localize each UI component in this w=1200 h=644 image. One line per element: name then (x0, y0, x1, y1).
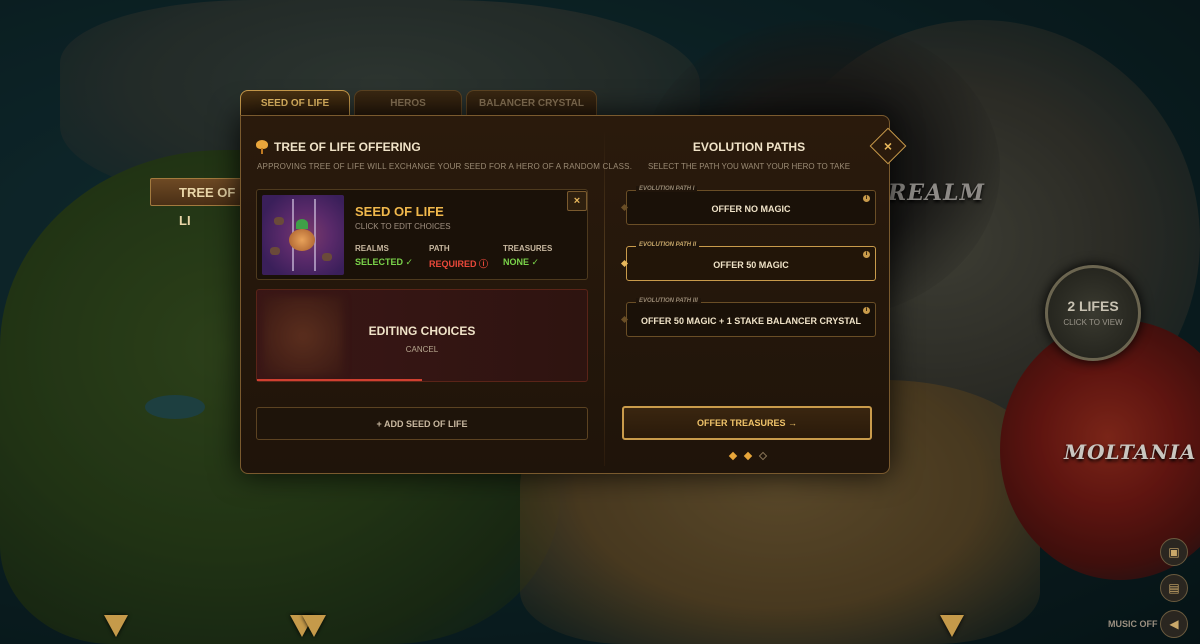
path-label: OFFER 50 MAGIC + 1 STAKE BALANCER CRYSTA… (640, 316, 862, 326)
scroll-down-arrow-icon[interactable] (302, 615, 326, 637)
map-moltania-label: MOLTANIA (1064, 440, 1197, 464)
evolution-paths-title: EVOLUTION PATHS (692, 140, 806, 154)
path-caption: EVOLUTION PATH II (636, 242, 700, 248)
seed-edit-hint: CLICK TO EDIT CHOICES (355, 222, 451, 231)
path-caption: EVOLUTION PATH III (636, 298, 701, 304)
seed-card-close-button[interactable]: × (567, 191, 587, 211)
path-caption: EVOLUTION PATH I (636, 186, 698, 192)
tree-icon (256, 140, 268, 154)
stat-path-label: PATH (429, 244, 450, 253)
stat-treasures-label: TREASURES (503, 244, 553, 253)
editing-title: EDITING CHOICES (368, 324, 476, 338)
offering-title: TREE OF LIFE OFFERING (256, 140, 421, 154)
editing-progress-bar (257, 379, 422, 381)
map-realm-label: REALM (888, 180, 985, 206)
stat-realms-label: REALMS (355, 244, 389, 253)
seed-name: SEED OF LIFE (355, 204, 444, 219)
path-label: OFFER 50 MAGIC (713, 260, 789, 270)
editing-cancel-button[interactable]: CANCEL (256, 345, 588, 354)
tab-heros[interactable]: HEROS (354, 90, 462, 116)
stat-path-value: REQUIRED ⓘ (429, 259, 489, 269)
speaker-icon[interactable]: ◀ (1160, 610, 1188, 638)
seed-of-life-image (262, 195, 344, 275)
music-toggle-label[interactable]: MUSIC OFF (1108, 619, 1158, 629)
path-label: OFFER NO MAGIC (711, 204, 791, 214)
map-location-banner[interactable]: TREE OF LI (150, 178, 250, 228)
modal-divider (604, 130, 605, 466)
offer-treasures-button[interactable]: OFFER TREASURES → (622, 406, 872, 440)
tab-seed-of-life[interactable]: SEED OF LIFE (240, 90, 350, 116)
close-icon: × (883, 138, 893, 154)
info-icon[interactable]: i (863, 251, 870, 258)
offering-title-text: TREE OF LIFE OFFERING (274, 140, 421, 154)
info-icon[interactable]: i (863, 195, 870, 202)
lifes-count: 2 LIFES (1067, 298, 1119, 314)
inventory-icon[interactable]: ▣ (1160, 538, 1188, 566)
scroll-icon[interactable]: ▤ (1160, 574, 1188, 602)
modal-tabs: SEED OF LIFE HEROS BALANCER CRYSTAL (240, 90, 597, 116)
stat-realms-value: SELECTED ✓ (355, 257, 414, 267)
lifes-hint: CLICK TO VIEW (1063, 318, 1123, 327)
add-seed-button[interactable]: + ADD SEED OF LIFE (256, 407, 588, 440)
tab-balancer-crystal[interactable]: BALANCER CRYSTAL (466, 90, 597, 116)
scroll-down-arrow-icon[interactable] (940, 615, 964, 637)
stat-treasures-value: NONE ✓ (503, 257, 540, 267)
evolution-paths-subtitle: SELECT THE PATH YOU WANT YOUR HERO TO TA… (647, 162, 851, 171)
scroll-down-arrow-icon[interactable] (104, 615, 128, 637)
lifes-counter[interactable]: 2 LIFES CLICK TO VIEW (1045, 265, 1141, 361)
offering-subtitle: APPROVING TREE OF LIFE WILL EXCHANGE YOU… (257, 162, 633, 171)
info-icon[interactable]: i (863, 307, 870, 314)
